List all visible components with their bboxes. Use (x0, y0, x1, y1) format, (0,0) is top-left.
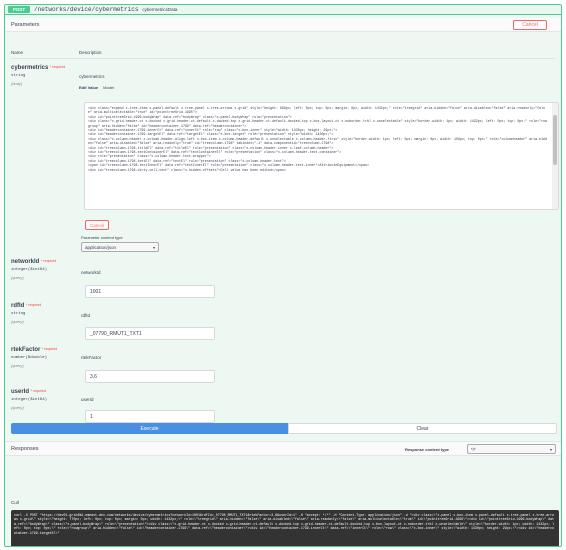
param-in-userid: (query) (11, 405, 24, 410)
param-name-rdfid: rdfId * required (11, 303, 41, 309)
chevron-down-icon: ▾ (549, 446, 552, 452)
param-name-text: networkId (11, 259, 40, 265)
parameter-content-type-value: application/json (85, 244, 117, 250)
param-description-networkid: networkId (81, 270, 101, 275)
rtekfactor-input[interactable]: 3.6 (85, 370, 215, 383)
response-content-type-label: Response content type (405, 447, 450, 452)
divider (11, 58, 555, 59)
required-marker: * required (41, 259, 57, 263)
networkid-input[interactable]: 1001 (85, 285, 215, 298)
param-description-cybermetrics: cybermetrics (79, 74, 105, 79)
param-type-cybermetrics: string (11, 74, 26, 78)
required-marker: * required (50, 65, 66, 69)
param-in-networkid: (query) (11, 275, 24, 280)
body-textarea[interactable]: <div class="expand x-tree-item x-panel-d… (84, 102, 559, 210)
chevron-down-icon: ▾ (152, 244, 155, 250)
responses-header: Responses Response content type */* ▾ (5, 441, 561, 456)
param-in-cybermetrics: (body) (11, 81, 23, 86)
tab-model[interactable]: Model (103, 85, 114, 90)
param-description-rdfid: rdfId (81, 313, 91, 318)
operation-path: /networks/device/cybermetrics (34, 6, 139, 13)
column-header-description: Description (79, 50, 102, 55)
param-type-rtekfactor: number($double) (11, 356, 48, 360)
response-content-type-select[interactable]: */* ▾ (467, 444, 556, 454)
param-in-rtekfactor: (query) (11, 363, 24, 368)
param-name-text: rtekFactor (11, 347, 41, 353)
required-marker: * required (26, 303, 42, 307)
curl-command[interactable]: curl -X POST "https://dev01-grid4NA.emea… (11, 510, 559, 546)
tab-edit-value[interactable]: Edit Value (79, 85, 98, 90)
param-type-rdfid: string (11, 312, 26, 316)
param-name-text: cybermetrics (11, 65, 49, 71)
response-content-type-value: */* (471, 446, 476, 452)
clear-button[interactable]: Clear (288, 423, 557, 434)
required-marker: * required (42, 347, 58, 351)
body-cancel-button[interactable]: Cancel (85, 220, 109, 230)
body-tabs: Edit Value Model (79, 85, 114, 90)
param-in-rdfid: (query) (11, 319, 24, 324)
textarea-scroll-thumb[interactable] (553, 115, 557, 165)
responses-title: Responses (11, 445, 39, 452)
execute-button[interactable]: Execute (11, 423, 288, 434)
column-header-name: Name (11, 50, 24, 55)
cancel-button[interactable]: Cancel (513, 20, 547, 30)
param-name-userid: userId * required (11, 389, 46, 395)
operation-description: cybermetricsData (142, 7, 178, 12)
curl-label: Curl (11, 500, 20, 505)
param-name-text: rdfId (11, 303, 25, 309)
param-name-text: userId (11, 389, 30, 395)
method-badge: POST (8, 6, 30, 13)
userid-input[interactable]: 1 (85, 410, 215, 423)
param-description-userid: userId (81, 397, 94, 402)
operation-block: POST /networks/device/cybermetrics cyber… (4, 4, 562, 547)
param-name-rtekfactor: rtekFactor * required (11, 347, 57, 353)
parameter-content-type-select[interactable]: application/json ▾ (81, 242, 159, 252)
rdfid-input[interactable]: _07790_RMUT1_TXT1 (85, 327, 215, 340)
required-marker: * required (30, 389, 46, 393)
param-name-networkid: networkId * required (11, 259, 56, 265)
param-description-rtekfactor: rtekFactor (81, 355, 102, 360)
content-type-label: Parameter content type (81, 235, 123, 240)
param-type-networkid: integer($int64) (11, 268, 48, 272)
parameters-header: Parameters Cancel (5, 18, 561, 32)
param-type-userid: integer($int64) (11, 398, 48, 402)
parameters-title: Parameters (11, 21, 40, 28)
operation-summary[interactable]: POST /networks/device/cybermetrics cyber… (5, 5, 561, 15)
param-name-cybermetrics: cybermetrics * required (11, 65, 65, 71)
